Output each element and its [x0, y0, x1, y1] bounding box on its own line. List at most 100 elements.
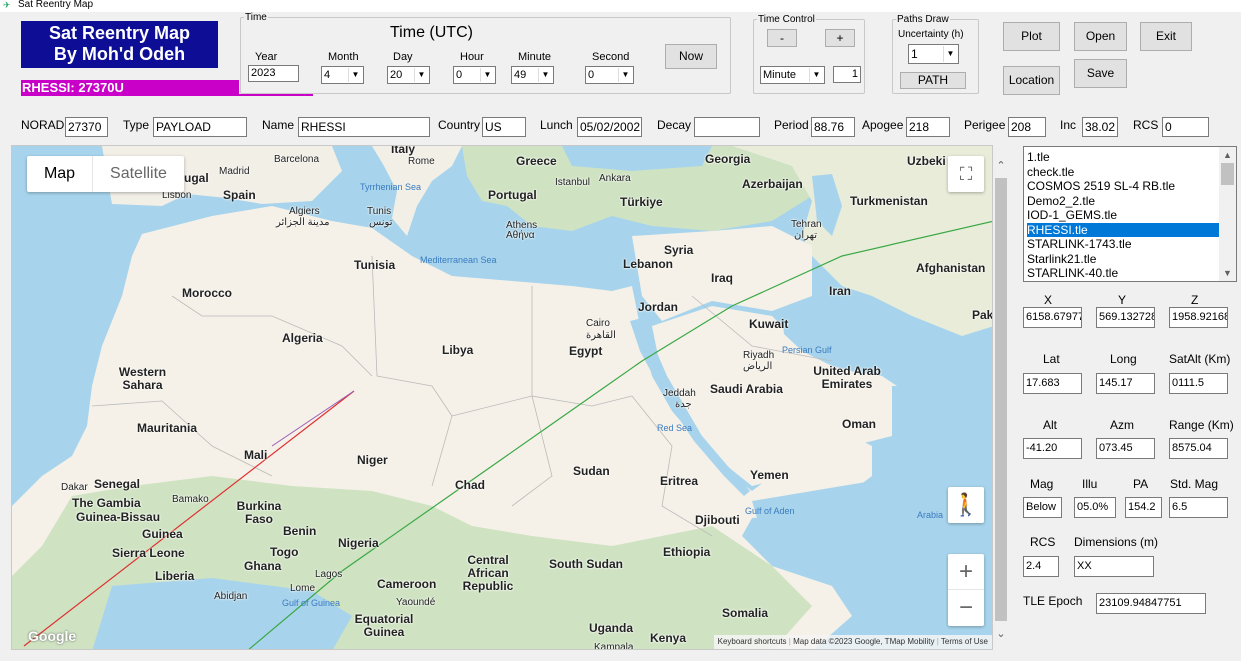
time-decrement-button[interactable]: -: [767, 29, 797, 47]
street-view-pegman-icon[interactable]: 🚶: [948, 487, 984, 523]
terms-of-use-link[interactable]: Terms of Use: [941, 637, 988, 646]
rcs-readout-field[interactable]: 2.4: [1023, 556, 1059, 577]
time-increment-button[interactable]: +: [825, 29, 855, 47]
scroll-up-icon[interactable]: ⌃: [993, 159, 1009, 173]
map-label-country: Somalia: [722, 606, 769, 620]
alt-field[interactable]: -41.20: [1023, 438, 1082, 459]
map-label-sea: Gulf of Aden: [745, 506, 795, 516]
map-type-satellite-button[interactable]: Satellite: [92, 156, 184, 192]
rcs-info-field[interactable]: 0: [1162, 117, 1209, 137]
list-item[interactable]: 1.tle: [1027, 150, 1219, 165]
map-label-city: Abidjan: [214, 591, 248, 602]
lat-field[interactable]: 17.683: [1023, 373, 1082, 394]
month-select[interactable]: 4 ▼: [321, 66, 364, 84]
lat-label: Lat: [1043, 352, 1060, 366]
launch-field[interactable]: 05/02/2002: [577, 117, 642, 137]
map-label-country: Spain: [223, 188, 256, 202]
name-field[interactable]: RHESSI: [298, 117, 430, 137]
hour-select[interactable]: 0 ▼: [453, 66, 496, 84]
fullscreen-icon[interactable]: ⛶: [948, 156, 984, 192]
map-label-country: Ghana: [244, 559, 282, 573]
list-item[interactable]: Demo2_2.tle: [1027, 194, 1219, 209]
zoom-out-button[interactable]: −: [948, 590, 984, 625]
uncertainty-select[interactable]: 1 ▼: [908, 44, 959, 64]
exit-button[interactable]: Exit: [1140, 22, 1192, 51]
decay-field[interactable]: [694, 117, 760, 137]
second-select[interactable]: 0 ▼: [585, 66, 634, 84]
period-field[interactable]: 88.76: [811, 117, 855, 137]
time-unit-select[interactable]: Minute ▼: [760, 66, 825, 84]
scroll-thumb[interactable]: [1221, 163, 1234, 185]
country-field[interactable]: US: [482, 117, 526, 137]
scroll-down-icon[interactable]: ⌄: [993, 627, 1009, 641]
map-label-city: Lome: [290, 583, 316, 594]
map-label-city: القاهرة: [586, 330, 616, 341]
type-field[interactable]: PAYLOAD: [153, 117, 247, 137]
z-field[interactable]: 1958.92168: [1169, 307, 1228, 328]
chevron-up-icon[interactable]: ▲: [1219, 148, 1236, 162]
long-field[interactable]: 145.17: [1096, 373, 1155, 394]
list-item[interactable]: STARLINK-1743.tle: [1027, 237, 1219, 252]
land-east-africa-green: [612, 526, 812, 649]
plot-button[interactable]: Plot: [1003, 22, 1060, 51]
page-scrollbar[interactable]: ⌃ ⌄: [993, 145, 1009, 650]
hour-label: Hour: [460, 51, 484, 63]
map-label-country: South Sudan: [549, 557, 623, 571]
y-field[interactable]: 569.132728: [1096, 307, 1155, 328]
map-view[interactable]: Morocco Algeria Libya Egypt Western Saha…: [11, 145, 993, 650]
map-label-sea: Tyrrhenian Sea: [360, 182, 422, 192]
map-label-city: Rome: [408, 156, 435, 167]
year-input[interactable]: 2023: [248, 65, 299, 82]
range-field[interactable]: 8575.04: [1169, 438, 1228, 459]
zoom-in-button[interactable]: +: [948, 554, 984, 590]
pa-field[interactable]: 154.2: [1125, 497, 1162, 518]
scroll-thumb[interactable]: [995, 178, 1007, 621]
map-label-country: Morocco: [182, 286, 233, 300]
keyboard-shortcuts-link[interactable]: Keyboard shortcuts: [718, 637, 787, 646]
location-button[interactable]: Location: [1003, 66, 1060, 95]
map-label-country: Burkina Faso: [236, 499, 282, 526]
tle-file-list[interactable]: 1.tle check.tle COSMOS 2519 SL-4 RB.tle …: [1023, 146, 1237, 282]
map-type-map-button[interactable]: Map: [27, 156, 92, 192]
list-item-selected[interactable]: RHESSI.tle: [1027, 222, 1219, 237]
time-step-input[interactable]: 1: [833, 66, 861, 83]
dimensions-field[interactable]: XX: [1074, 556, 1154, 577]
rcs-info-label: RCS: [1133, 118, 1159, 132]
minute-select[interactable]: 49 ▼: [511, 66, 554, 84]
list-item[interactable]: check.tle: [1027, 165, 1219, 180]
open-button[interactable]: Open: [1074, 22, 1127, 51]
chevron-down-icon: ▼: [538, 68, 552, 82]
list-item[interactable]: STARLINK-40.tle: [1027, 266, 1219, 281]
path-button[interactable]: PATH: [900, 72, 966, 89]
save-button[interactable]: Save: [1074, 59, 1127, 88]
map-type-control: Map Satellite: [27, 156, 184, 192]
inc-field[interactable]: 38.02: [1082, 117, 1118, 137]
map-label-city: جدة: [675, 399, 692, 410]
map-label-country: Sudan: [573, 464, 610, 478]
illu-field[interactable]: 05.0%: [1074, 497, 1116, 518]
azm-field[interactable]: 073.45: [1096, 438, 1155, 459]
file-list-scrollbar[interactable]: ▲ ▼: [1219, 147, 1236, 281]
tle-epoch-field[interactable]: 23109.94847751: [1096, 593, 1206, 614]
x-field[interactable]: 6158.67977: [1023, 307, 1082, 328]
day-select[interactable]: 20 ▼: [387, 66, 430, 84]
now-button[interactable]: Now: [665, 44, 717, 69]
map-label-country: Yemen: [750, 468, 789, 482]
stdmag-field[interactable]: 6.5: [1169, 497, 1228, 518]
map-label-country: Lebanon: [623, 257, 673, 271]
apogee-field[interactable]: 218: [906, 117, 950, 137]
norad-field[interactable]: 27370: [65, 117, 108, 137]
map-label-country: Chad: [455, 478, 485, 492]
map-label-country: Kenya: [650, 631, 687, 645]
list-item[interactable]: Starlink21.tle: [1027, 252, 1219, 267]
list-item[interactable]: COSMOS 2519 SL-4 RB.tle: [1027, 179, 1219, 194]
mag-field[interactable]: Below: [1023, 497, 1062, 518]
map-label-city: Tunis: [367, 206, 392, 217]
norad-label: NORAD: [21, 118, 65, 132]
satalt-field[interactable]: 0111.5: [1169, 373, 1228, 394]
minute-label: Minute: [518, 51, 552, 63]
list-item[interactable]: IOD-1_GEMS.tle: [1027, 208, 1219, 223]
perigee-field[interactable]: 208: [1008, 117, 1046, 137]
map-label-city: Dakar: [61, 482, 88, 493]
chevron-down-icon[interactable]: ▼: [1219, 266, 1236, 280]
